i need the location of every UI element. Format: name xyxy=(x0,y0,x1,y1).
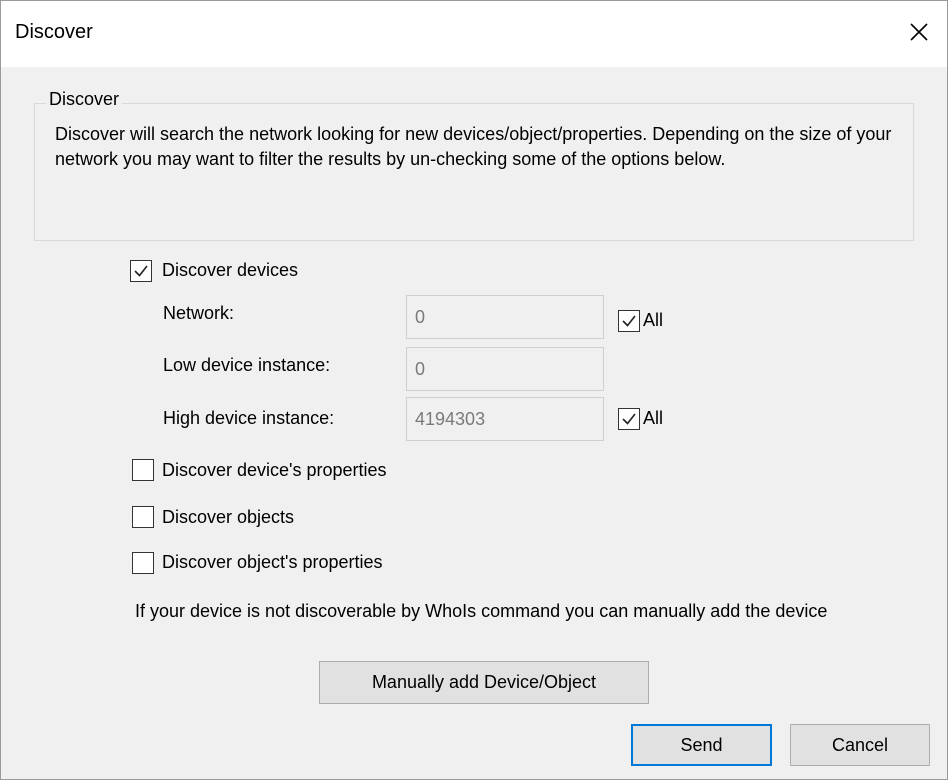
close-icon xyxy=(909,22,929,47)
high-instance-field[interactable]: 4194303 xyxy=(406,397,604,441)
discover-objects-label[interactable]: Discover objects xyxy=(162,507,294,528)
discover-device-properties-label[interactable]: Discover device's properties xyxy=(162,460,387,481)
discover-object-properties-checkbox[interactable] xyxy=(132,552,154,574)
send-button[interactable]: Send xyxy=(631,724,772,766)
checkmark-icon xyxy=(134,265,148,277)
high-instance-all-label[interactable]: All xyxy=(643,408,663,429)
groupbox-legend: Discover xyxy=(46,89,123,110)
high-instance-all-checkbox[interactable] xyxy=(618,408,640,430)
manual-add-note: If your device is not discoverable by Wh… xyxy=(135,601,828,621)
discover-device-properties-checkbox[interactable] xyxy=(132,459,154,481)
cancel-button[interactable]: Cancel xyxy=(790,724,930,766)
close-button[interactable] xyxy=(891,1,947,67)
low-instance-label: Low device instance: xyxy=(163,355,331,375)
discover-dialog: Discover Discover Discover will search t… xyxy=(0,0,948,780)
dialog-title: Discover xyxy=(15,21,93,43)
title-bar: Discover xyxy=(1,1,947,67)
checkmark-icon xyxy=(622,315,636,327)
discover-devices-label[interactable]: Discover devices xyxy=(162,260,298,281)
network-all-checkbox[interactable] xyxy=(618,310,640,332)
discover-object-properties-label[interactable]: Discover object's properties xyxy=(162,552,383,573)
network-label: Network: xyxy=(163,303,235,323)
network-all-label[interactable]: All xyxy=(643,310,663,331)
checkmark-icon xyxy=(622,413,636,425)
network-field[interactable]: 0 xyxy=(406,295,604,339)
groupbox-description: Discover will search the network looking… xyxy=(55,124,892,169)
discover-devices-checkbox[interactable] xyxy=(130,260,152,282)
low-instance-field[interactable]: 0 xyxy=(406,347,604,391)
discover-objects-checkbox[interactable] xyxy=(132,506,154,528)
high-instance-label: High device instance: xyxy=(163,408,335,428)
manual-add-button[interactable]: Manually add Device/Object xyxy=(319,661,649,704)
